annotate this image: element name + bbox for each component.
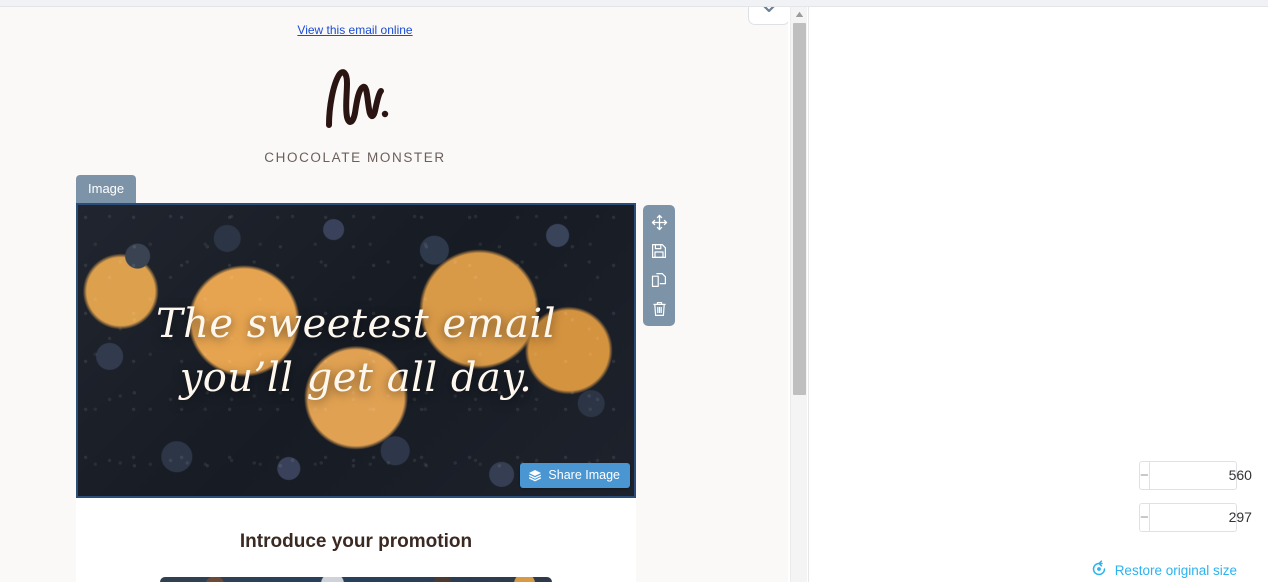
chevron-down-icon (761, 7, 777, 18)
hero-text-line-2: you’ll get all day. (179, 354, 533, 401)
delete-icon[interactable] (650, 300, 668, 318)
collapse-toolbar-button[interactable] (748, 7, 788, 25)
width-value-input[interactable] (1149, 462, 1268, 489)
brand-header[interactable]: CHOCOLATE MONSTER (0, 67, 710, 165)
scroll-up-arrow[interactable] (791, 7, 808, 21)
save-icon[interactable] (650, 242, 668, 260)
share-image-button[interactable]: Share Image (520, 463, 630, 488)
move-icon[interactable] (650, 213, 668, 231)
width-decrement-button[interactable]: − (1140, 462, 1150, 489)
height-stepper[interactable]: − + (1139, 503, 1268, 532)
hero-image-block[interactable]: The sweetest email you’ll get all day. S… (76, 203, 636, 498)
restore-original-size-label: Restore original size (1114, 563, 1237, 578)
duplicate-icon[interactable] (650, 271, 668, 289)
hero-text-line-1: The sweetest email (155, 300, 557, 347)
share-image-label: Share Image (548, 468, 620, 482)
promo-heading[interactable]: Introduce your promotion (76, 531, 636, 553)
hero-image-overlay-text: The sweetest email you’ll get all day. (76, 203, 636, 498)
top-strip (0, 0, 1268, 7)
view-this-email-online-link[interactable]: View this email online (297, 23, 412, 37)
editor-root: View this email online CHOCOLATE MONSTER… (0, 0, 1268, 582)
width-stepper[interactable]: − + (1139, 461, 1268, 490)
block-toolbar[interactable] (643, 205, 675, 326)
image-settings-panel: < Back Image source The sweetest email y… (808, 7, 1268, 582)
brand-logo-mark (0, 67, 710, 140)
height-decrement-button[interactable]: − (1140, 504, 1150, 531)
brand-name-text: CHOCOLATE MONSTER (264, 150, 446, 165)
scrollbar-thumb[interactable] (793, 23, 806, 395)
promo-image-block[interactable] (160, 577, 552, 582)
restore-icon (1090, 560, 1108, 581)
restore-original-size-button[interactable]: Restore original size (1090, 560, 1237, 581)
email-canvas[interactable]: View this email online CHOCOLATE MONSTER… (0, 7, 788, 582)
view-online-row: View this email online (0, 21, 710, 39)
height-value-input[interactable] (1149, 504, 1268, 531)
block-type-tab-image[interactable]: Image (76, 175, 137, 203)
canvas-scrollbar[interactable] (790, 7, 807, 582)
layers-icon (528, 469, 542, 482)
